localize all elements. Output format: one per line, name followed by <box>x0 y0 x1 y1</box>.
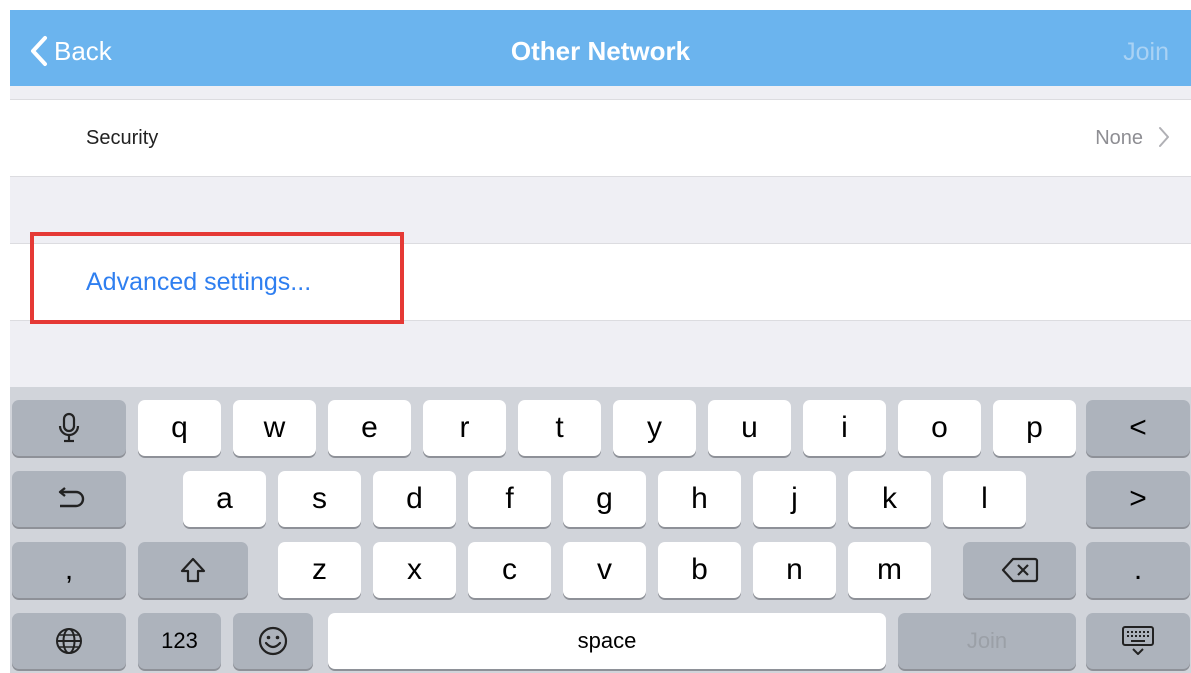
page-title: Other Network <box>510 36 691 66</box>
space-key[interactable]: space <box>328 613 886 669</box>
key-i[interactable]: i <box>803 400 886 456</box>
space-key-label: space <box>577 628 637 653</box>
key-z[interactable]: z <box>278 542 361 598</box>
shift-icon <box>180 557 206 583</box>
chevron-right-icon <box>1159 127 1169 147</box>
key-b[interactable]: b <box>658 542 741 598</box>
security-value: None <box>1095 127 1143 149</box>
key-h[interactable]: h <box>658 471 741 527</box>
globe-icon <box>56 628 82 654</box>
undo-icon <box>58 487 85 508</box>
navigation-bar: Back Other Network Join <box>10 10 1191 86</box>
security-row[interactable]: Security None <box>10 99 1191 177</box>
arrow-left-key[interactable]: < <box>1086 400 1190 456</box>
key-a[interactable]: a <box>183 471 266 527</box>
key-w[interactable]: w <box>233 400 316 456</box>
numbers-key-label: 123 <box>161 628 198 653</box>
key-c[interactable]: c <box>468 542 551 598</box>
emoji-key[interactable] <box>233 613 313 669</box>
emoji-icon <box>258 626 288 656</box>
keyboard-join-key[interactable]: Join <box>898 613 1076 669</box>
key-u[interactable]: u <box>708 400 791 456</box>
key-e[interactable]: e <box>328 400 411 456</box>
key-x[interactable]: x <box>373 542 456 598</box>
key-r[interactable]: r <box>423 400 506 456</box>
security-label: Security <box>86 127 159 149</box>
key-t[interactable]: t <box>518 400 601 456</box>
key-f[interactable]: f <box>468 471 551 527</box>
key-j[interactable]: j <box>753 471 836 527</box>
keyboard-dismiss-icon <box>1122 626 1154 655</box>
other-network-screen: Back Other Network Join Security None Ad… <box>10 10 1191 673</box>
key-s[interactable]: s <box>278 471 361 527</box>
key-v[interactable]: v <box>563 542 646 598</box>
key-y[interactable]: y <box>613 400 696 456</box>
join-button[interactable]: Join <box>1123 38 1169 67</box>
key-n[interactable]: n <box>753 542 836 598</box>
microphone-icon <box>58 412 80 443</box>
key-q[interactable]: q <box>138 400 221 456</box>
key-d[interactable]: d <box>373 471 456 527</box>
period-key[interactable]: . <box>1086 542 1190 598</box>
key-o[interactable]: o <box>898 400 981 456</box>
undo-key[interactable] <box>12 471 126 527</box>
numbers-key[interactable]: 123 <box>138 613 221 669</box>
onscreen-keyboard: q w e r t y u i o p < a s d f g h j k l … <box>10 387 1191 673</box>
shift-key[interactable] <box>138 542 248 598</box>
hide-keyboard-key[interactable] <box>1086 613 1190 669</box>
delete-key[interactable] <box>963 542 1076 598</box>
highlight-annotation-box <box>30 232 404 324</box>
comma-key[interactable]: , <box>12 542 126 598</box>
key-m[interactable]: m <box>848 542 931 598</box>
key-k[interactable]: k <box>848 471 931 527</box>
key-p[interactable]: p <box>993 400 1076 456</box>
arrow-right-key[interactable]: > <box>1086 471 1190 527</box>
key-l[interactable]: l <box>943 471 1026 527</box>
backspace-icon <box>1001 557 1038 583</box>
dictation-key[interactable] <box>12 400 126 456</box>
globe-key[interactable] <box>12 613 126 669</box>
key-g[interactable]: g <box>563 471 646 527</box>
